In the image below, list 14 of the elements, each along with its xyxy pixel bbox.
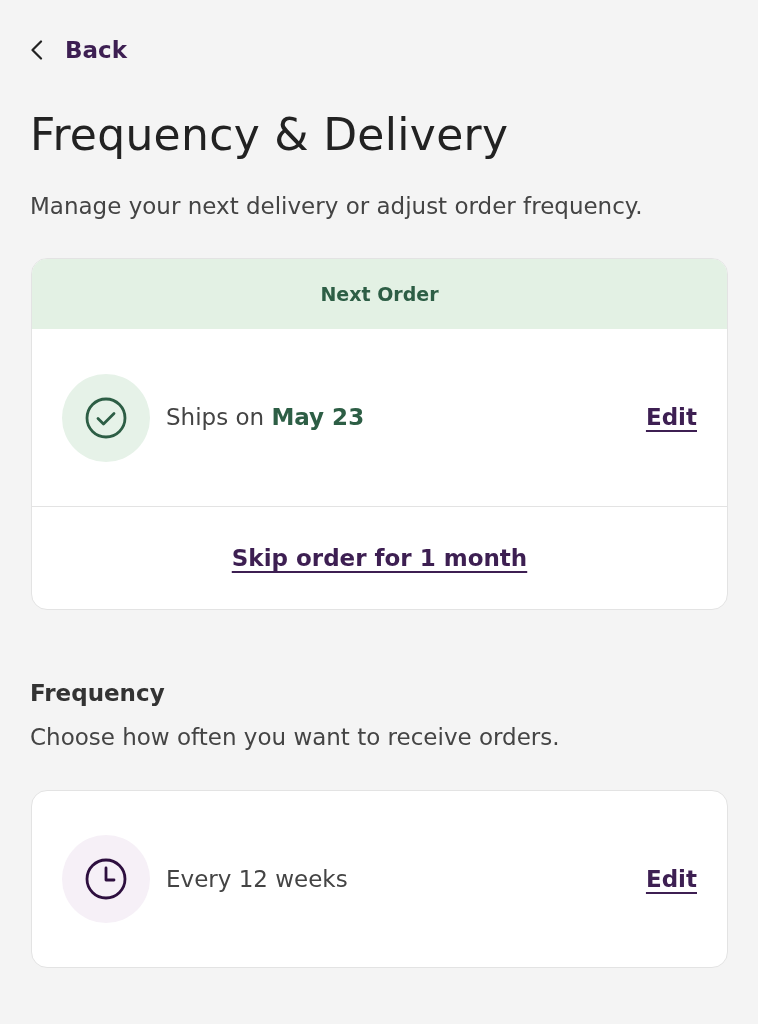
chevron-left-icon xyxy=(30,40,43,60)
edit-link[interactable]: Edit xyxy=(645,861,697,897)
card-header-title: Next Order xyxy=(320,281,439,307)
clock-icon xyxy=(62,835,150,923)
section-description: Choose how often you want to receive orders. xyxy=(30,723,561,752)
edit-link[interactable]: Edit xyxy=(645,400,697,435)
section-heading: Frequency xyxy=(30,679,166,708)
frequency-value: Every 12 weeks xyxy=(166,864,348,894)
back-button[interactable]: Back xyxy=(30,34,127,66)
skip-order-link[interactable]: Skip order for 1 month xyxy=(231,540,528,576)
page-subtitle: Manage your next delivery or adjust order frequency. xyxy=(30,192,644,221)
page-title: Frequency & Delivery xyxy=(30,109,510,161)
check-circle-icon xyxy=(62,373,150,462)
ship-date-text: Ships on May 23 xyxy=(166,403,365,433)
